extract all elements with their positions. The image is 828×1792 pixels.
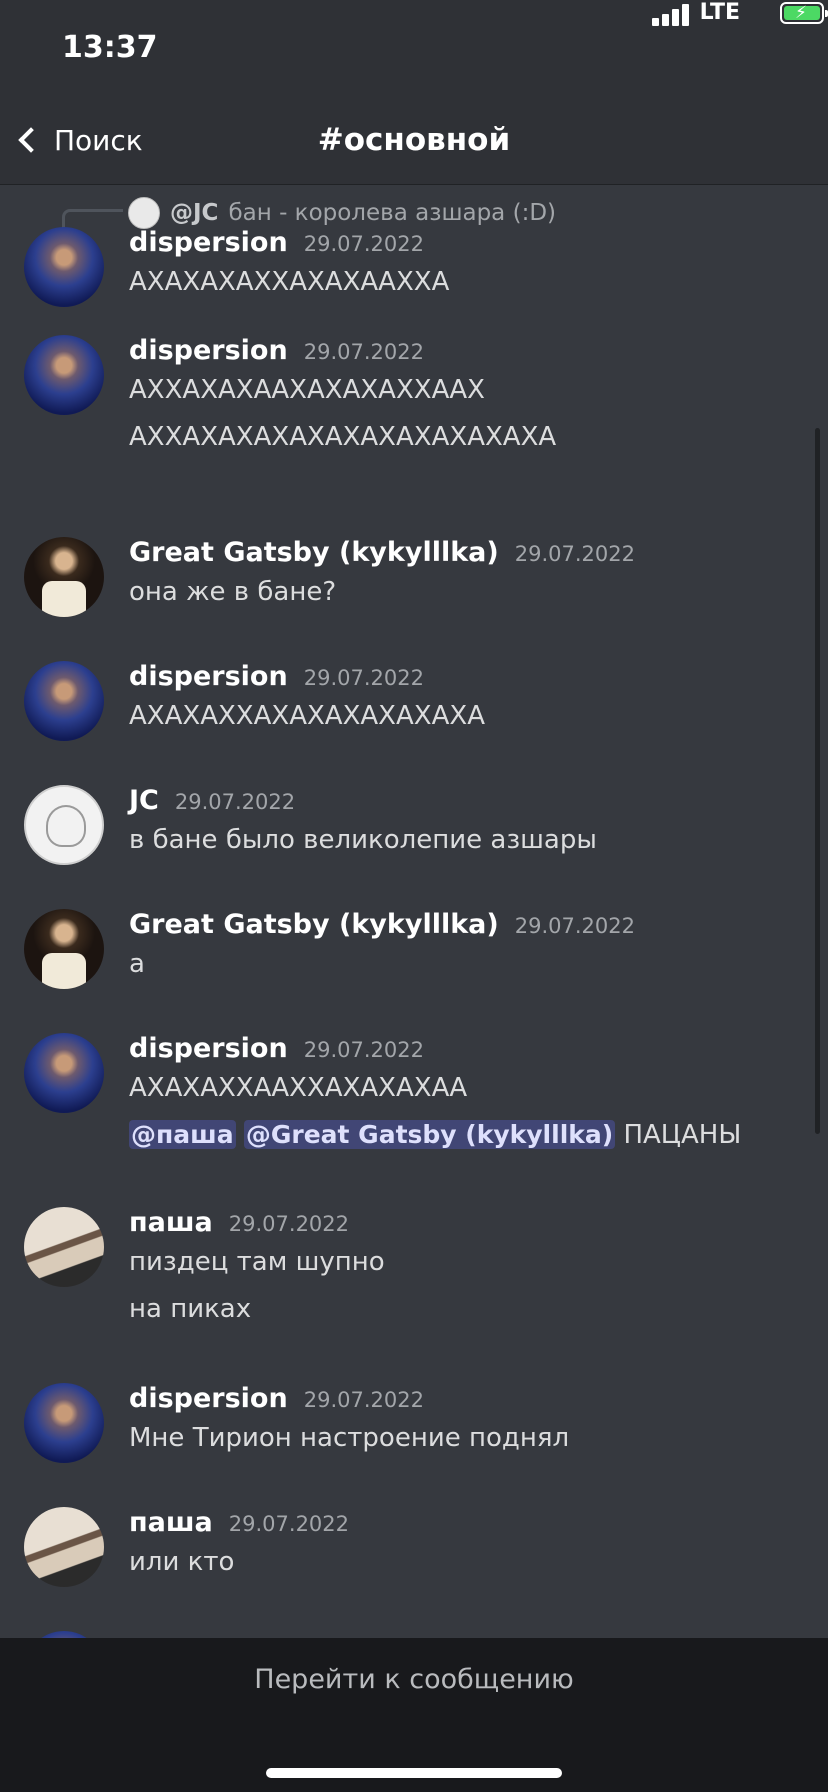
- message-timestamp: 29.07.2022: [303, 666, 424, 690]
- message-timestamp: 29.07.2022: [228, 1212, 350, 1236]
- message-author[interactable]: паша: [129, 1207, 213, 1238]
- avatar[interactable]: [24, 1507, 104, 1587]
- message-author[interactable]: dispersion: [129, 661, 288, 692]
- reply-author: @JC: [170, 200, 219, 226]
- message-text: а: [129, 949, 145, 979]
- message-text: она же в бане?: [129, 577, 337, 607]
- reply-reference[interactable]: @JC бан - королева азшара (:D): [128, 195, 556, 231]
- message-text: АХАХАХХАХАХАХАХАХАХА: [129, 701, 485, 731]
- message-text: АХХАХАХААХАХАХАХХААХ: [129, 375, 485, 405]
- battery-icon: ⚡: [780, 2, 828, 24]
- message-timestamp: 29.07.2022: [174, 790, 296, 814]
- avatar[interactable]: [24, 335, 104, 415]
- message-text: пиздец там шупно: [129, 1247, 385, 1277]
- message-timestamp: 29.07.2022: [514, 542, 635, 566]
- message-author[interactable]: dispersion: [129, 1383, 288, 1414]
- network-label: LTE: [699, 0, 740, 25]
- avatar[interactable]: [24, 537, 104, 617]
- message-timestamp: 29.07.2022: [228, 1512, 350, 1536]
- channel-title: #основной: [317, 122, 511, 158]
- message-text: @паша @Great Gatsby (kykylllka) ПАЦАНЫ: [129, 1120, 741, 1150]
- message-text: АХХАХАХАХАХАХАХАХАХАХАХА: [129, 422, 557, 452]
- avatar[interactable]: [24, 1033, 104, 1113]
- message-timestamp: 29.07.2022: [303, 232, 424, 256]
- avatar[interactable]: [24, 785, 104, 865]
- avatar[interactable]: [24, 661, 104, 741]
- message-timestamp: 29.07.2022: [303, 1388, 424, 1412]
- avatar[interactable]: [24, 1383, 104, 1463]
- message-author[interactable]: dispersion: [129, 335, 288, 366]
- message-text: в бане было великолепие азшары: [129, 825, 597, 855]
- avatar[interactable]: [24, 227, 104, 307]
- avatar[interactable]: [24, 1207, 104, 1287]
- avatar[interactable]: [24, 909, 104, 989]
- home-indicator: [266, 1768, 562, 1778]
- message-text: или кто: [129, 1547, 235, 1577]
- message-text: АХАХАХХААХХАХАХАХАА: [129, 1073, 468, 1103]
- message-author[interactable]: паша: [129, 1507, 213, 1538]
- message-author[interactable]: dispersion: [129, 1033, 288, 1064]
- scrollbar[interactable]: [815, 428, 820, 1134]
- message-timestamp: 29.07.2022: [303, 1038, 424, 1062]
- message-text: Мне Тирион настроение поднял: [129, 1423, 570, 1453]
- message-timestamp: 29.07.2022: [514, 914, 635, 938]
- user-mention[interactable]: @паша: [129, 1120, 236, 1149]
- message-text: АХАХАХАХХАХАХААХХА: [129, 267, 450, 297]
- user-mention[interactable]: @Great Gatsby (kykylllka): [243, 1120, 616, 1149]
- signal-icon: [652, 4, 692, 26]
- message-list[interactable]: @JC бан - королева азшара (:D) dispersio…: [0, 185, 828, 1638]
- mention-text: ПАЦАНЫ: [623, 1120, 742, 1150]
- status-bar: 13:37 LTE ⚡: [0, 0, 828, 96]
- avatar[interactable]: [24, 1631, 104, 1638]
- message-author[interactable]: dispersion: [129, 227, 288, 258]
- message-timestamp: 29.07.2022: [303, 340, 424, 364]
- nav-bar: Поиск #основной: [0, 96, 828, 185]
- reply-avatar: [128, 197, 160, 229]
- message-author[interactable]: Great Gatsby (kykylllka): [129, 909, 499, 940]
- message-author[interactable]: Great Gatsby (kykylllka): [129, 537, 499, 568]
- jump-to-message-button[interactable]: Перейти к сообщению: [0, 1664, 828, 1695]
- bottom-bar: Перейти к сообщению: [0, 1638, 828, 1792]
- status-time: 13:37: [62, 30, 158, 65]
- message-text: на пиках: [129, 1294, 252, 1324]
- reply-text: бан - королева азшара (:D): [228, 200, 556, 226]
- message-author[interactable]: JC: [129, 785, 159, 816]
